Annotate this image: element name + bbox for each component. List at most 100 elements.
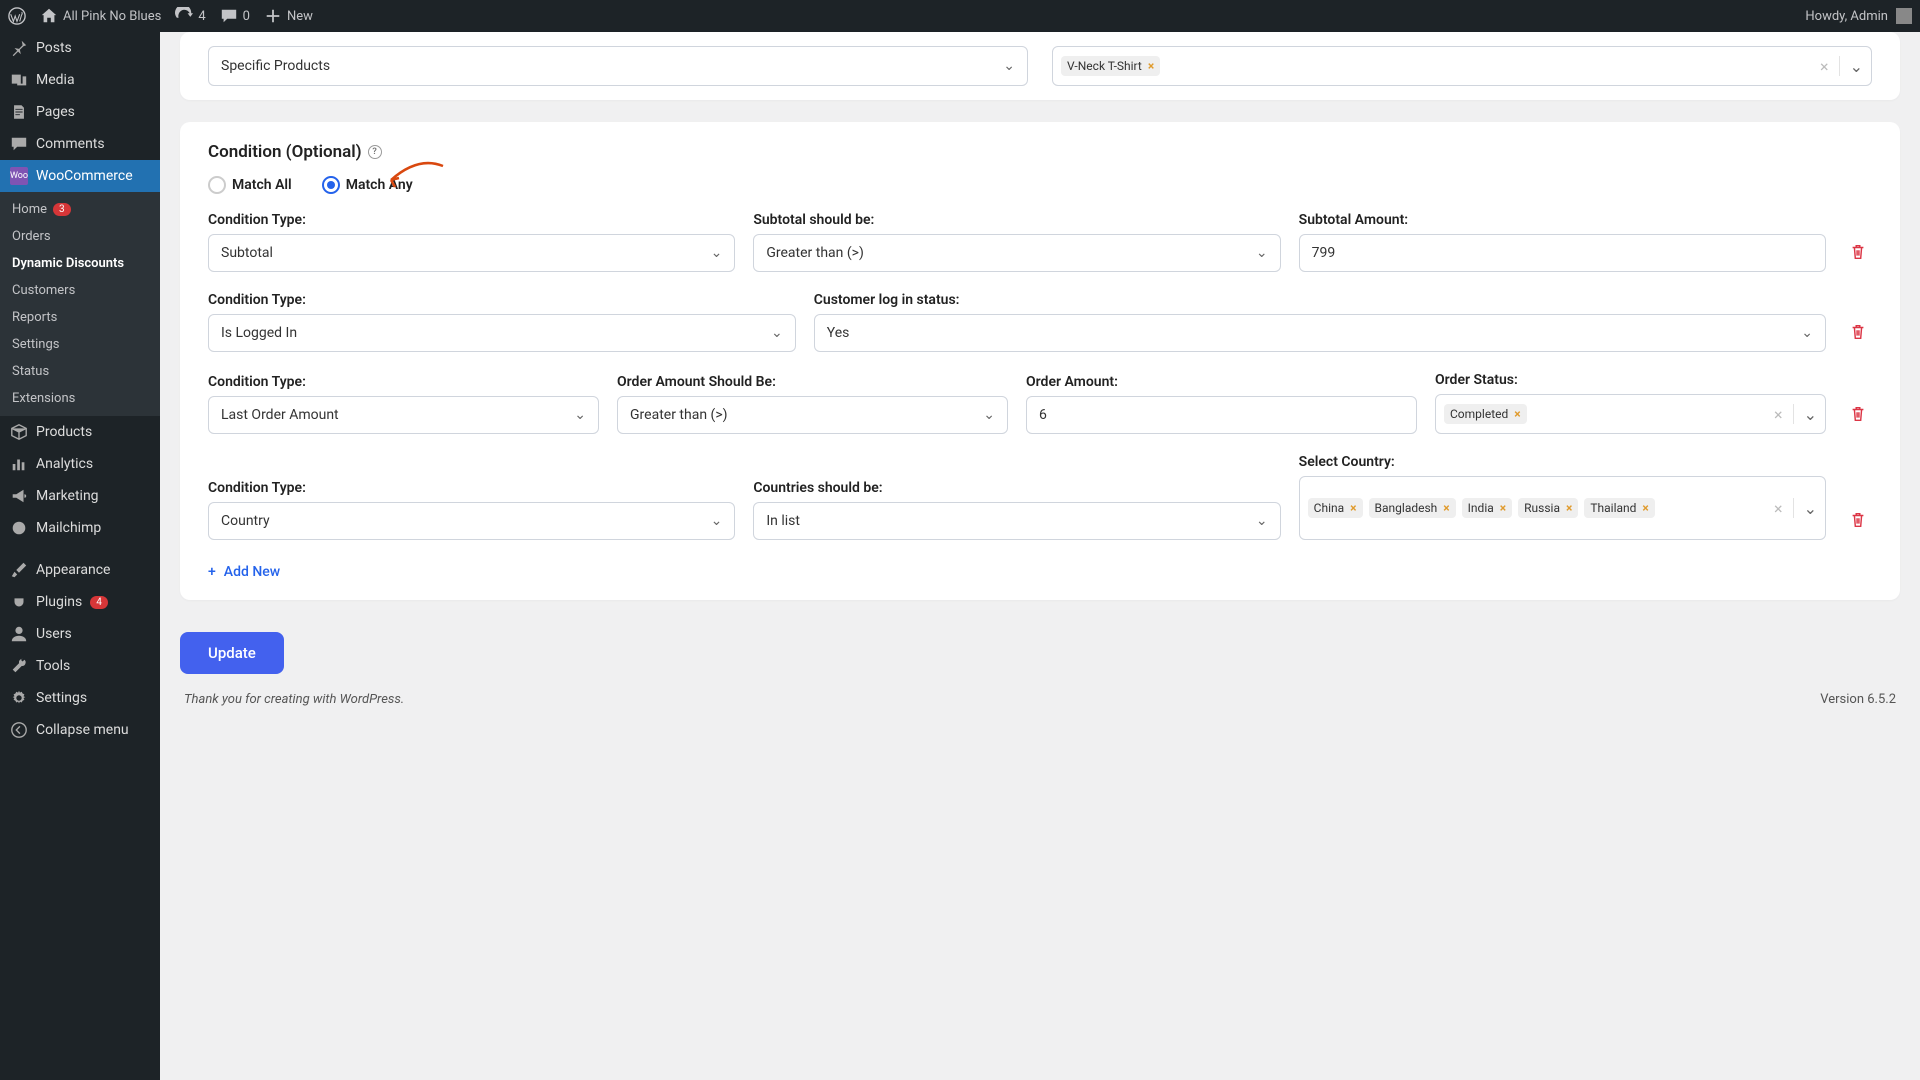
label-condition-type: Condition Type: <box>208 480 735 496</box>
sidebar-sub-extensions[interactable]: Extensions <box>0 385 160 412</box>
plug-icon <box>10 593 28 611</box>
sidebar-item-mailchimp[interactable]: Mailchimp <box>0 512 160 544</box>
chevron-down-icon: ⌄ <box>1256 245 1268 261</box>
wordpress-icon <box>8 7 26 25</box>
tag-remove-icon[interactable]: × <box>1443 501 1449 515</box>
sidebar-item-posts[interactable]: Posts <box>0 32 160 64</box>
chevron-down-icon: ⌄ <box>1003 58 1015 74</box>
avatar[interactable] <box>1896 8 1912 24</box>
user-icon <box>10 625 28 643</box>
comments-link[interactable]: 0 <box>220 7 250 25</box>
products-card: Specific Products ⌄ V-Neck T-Shirt× × ⌄ <box>180 32 1900 100</box>
tag-remove-icon[interactable]: × <box>1642 501 1648 515</box>
sidebar-item-users[interactable]: Users <box>0 618 160 650</box>
delete-button[interactable] <box>1844 312 1872 352</box>
label-subtotal-amount: Subtotal Amount: <box>1299 212 1826 228</box>
admin-bar: All Pink No Blues 4 0 New Howdy, Admin <box>0 0 1920 32</box>
footer-thanks: Thank you for creating with WordPress. <box>184 692 404 707</box>
condition-type-select[interactable]: Country⌄ <box>208 502 735 540</box>
chevron-down-icon[interactable]: ⌄ <box>1804 499 1817 518</box>
label-select-country: Select Country: <box>1299 454 1826 470</box>
condition-card: Condition (Optional) ? Match All Match A… <box>180 122 1900 600</box>
country-tag: Bangladesh× <box>1369 498 1456 518</box>
admin-sidebar: Posts Media Pages Comments WooWooCommerc… <box>0 32 160 1080</box>
clear-all-icon[interactable]: × <box>1774 405 1783 424</box>
trash-icon <box>1849 323 1867 341</box>
delete-button[interactable] <box>1844 500 1872 540</box>
help-icon[interactable]: ? <box>368 145 382 159</box>
pages-icon <box>10 103 28 121</box>
new-link[interactable]: New <box>264 7 313 25</box>
order-amount-operator-select[interactable]: Greater than (>)⌄ <box>617 396 1008 434</box>
label-subtotal-should-be: Subtotal should be: <box>753 212 1280 228</box>
radio-match-all[interactable]: Match All <box>208 176 292 194</box>
sidebar-item-pages[interactable]: Pages <box>0 96 160 128</box>
status-tag: Completed× <box>1444 404 1527 424</box>
sidebar-sub-customers[interactable]: Customers <box>0 277 160 304</box>
sidebar-item-marketing[interactable]: Marketing <box>0 480 160 512</box>
tag-remove-icon[interactable]: × <box>1500 501 1506 515</box>
delete-button[interactable] <box>1844 232 1872 272</box>
sidebar-sub-reports[interactable]: Reports <box>0 304 160 331</box>
sidebar-sub-orders[interactable]: Orders <box>0 223 160 250</box>
media-icon <box>10 71 28 89</box>
add-new-button[interactable]: + Add New <box>208 564 280 580</box>
analytics-icon <box>10 455 28 473</box>
country-tag: Russia× <box>1518 498 1578 518</box>
sidebar-item-tools[interactable]: Tools <box>0 650 160 682</box>
comment-icon <box>220 7 238 25</box>
chevron-down-icon: ⌄ <box>711 245 723 261</box>
sidebar-item-comments[interactable]: Comments <box>0 128 160 160</box>
tag-remove-icon[interactable]: × <box>1514 407 1520 421</box>
subtotal-operator-select[interactable]: Greater than (>)⌄ <box>753 234 1280 272</box>
wrench-icon <box>10 657 28 675</box>
subtotal-amount-input[interactable] <box>1299 234 1826 272</box>
label-order-amount-should-be: Order Amount Should Be: <box>617 374 1008 390</box>
products-tag-input[interactable]: V-Neck T-Shirt× × ⌄ <box>1052 46 1872 86</box>
sidebar-item-appearance[interactable]: Appearance <box>0 554 160 586</box>
country-tag-input[interactable]: China× Bangladesh× India× Russia× Thaila… <box>1299 476 1826 540</box>
updates-link[interactable]: 4 <box>175 7 205 25</box>
sidebar-item-woocommerce[interactable]: WooWooCommerce <box>0 160 160 192</box>
collapse-icon <box>10 721 28 739</box>
tag-remove-icon[interactable]: × <box>1566 501 1572 515</box>
sidebar-sub-home[interactable]: Home3 <box>0 196 160 223</box>
condition-type-select[interactable]: Last Order Amount⌄ <box>208 396 599 434</box>
site-link[interactable]: All Pink No Blues <box>40 7 161 25</box>
condition-type-select[interactable]: Subtotal⌄ <box>208 234 735 272</box>
sidebar-sub-dynamic-discounts[interactable]: Dynamic Discounts <box>0 250 160 277</box>
chevron-down-icon[interactable]: ⌄ <box>1850 57 1863 76</box>
condition-type-select[interactable]: Is Logged In⌄ <box>208 314 796 352</box>
chevron-down-icon[interactable]: ⌄ <box>1804 405 1817 424</box>
home-icon <box>40 7 58 25</box>
sidebar-item-settings[interactable]: Settings <box>0 682 160 714</box>
sidebar-item-collapse[interactable]: Collapse menu <box>0 714 160 746</box>
greeting-text[interactable]: Howdy, Admin <box>1805 9 1888 24</box>
tag-remove-icon[interactable]: × <box>1148 59 1154 73</box>
delete-button[interactable] <box>1844 394 1872 434</box>
label-condition-type: Condition Type: <box>208 292 796 308</box>
updates-count: 4 <box>198 9 205 24</box>
sidebar-item-plugins[interactable]: Plugins4 <box>0 586 160 618</box>
sidebar-sub-settings[interactable]: Settings <box>0 331 160 358</box>
order-amount-input[interactable] <box>1026 396 1417 434</box>
sidebar-item-analytics[interactable]: Analytics <box>0 448 160 480</box>
clear-all-icon[interactable]: × <box>1774 499 1783 518</box>
tag-remove-icon[interactable]: × <box>1350 501 1356 515</box>
order-status-input[interactable]: Completed× × ⌄ <box>1435 394 1826 434</box>
trash-icon <box>1849 243 1867 261</box>
sidebar-item-media[interactable]: Media <box>0 64 160 96</box>
products-type-select[interactable]: Specific Products ⌄ <box>208 46 1028 86</box>
label-condition-type: Condition Type: <box>208 212 735 228</box>
update-button[interactable]: Update <box>180 632 284 674</box>
comments-count: 0 <box>243 9 250 24</box>
trash-icon <box>1849 405 1867 423</box>
wp-logo[interactable] <box>8 7 26 25</box>
sidebar-item-products[interactable]: Products <box>0 416 160 448</box>
countries-operator-select[interactable]: In list⌄ <box>753 502 1280 540</box>
login-status-select[interactable]: Yes⌄ <box>814 314 1826 352</box>
sidebar-sub-status[interactable]: Status <box>0 358 160 385</box>
products-type-value: Specific Products <box>221 58 330 74</box>
clear-all-icon[interactable]: × <box>1820 57 1829 76</box>
badge-plugins: 4 <box>90 596 108 609</box>
